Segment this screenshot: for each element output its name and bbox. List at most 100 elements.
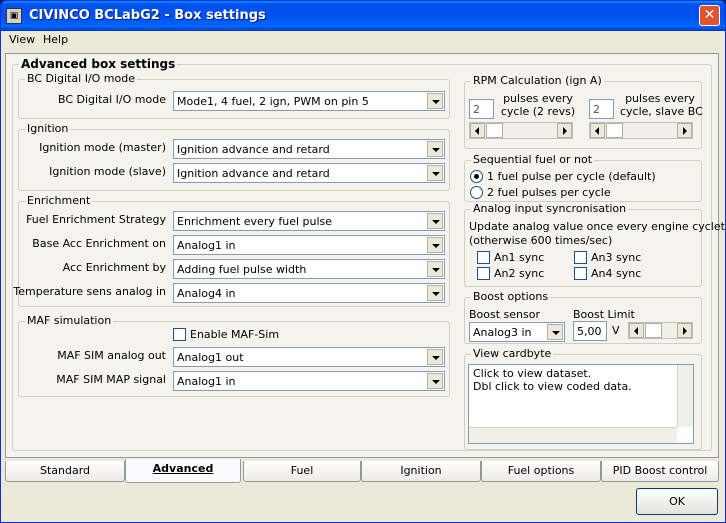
ignition-slave-select[interactable]: Ignition advance and retard [173,163,445,183]
boost-limit-label: Boost Limit [573,308,635,321]
scroll-thumb[interactable] [606,123,623,138]
menu-help[interactable]: Help [43,33,68,46]
two-pulses-radio[interactable] [470,186,483,199]
rpm-slave-text2: cycle, slave BC [620,105,703,118]
arrow-right-icon[interactable] [677,123,692,138]
ignition-master-select[interactable]: Ignition advance and retard [173,139,445,159]
acc-enrichment-by-value: Adding fuel pulse width [177,263,307,276]
enable-maf-sim-checkbox[interactable] [173,328,186,341]
menu-view[interactable]: View [9,33,35,46]
arrow-left-icon[interactable] [470,123,485,138]
rpm-master-pulses-input[interactable]: 2 [469,99,494,119]
rpm-slave-pulses-input[interactable]: 2 [589,99,614,119]
an4-sync-checkbox[interactable] [574,267,587,280]
tab-fuel-options[interactable]: Fuel options [481,461,601,482]
ignition-group-title: Ignition [25,122,71,135]
tab-standard[interactable]: Standard [5,461,125,482]
analog-sync-desc2: (otherwise 600 times/sec) [469,234,613,247]
two-pulses-label: 2 fuel pulses per cycle [487,186,611,199]
maf-sim-analog-out-value: Analog1 out [177,351,244,364]
view-cardbyte-group-title: View cardbyte [471,347,554,360]
tab-fuel[interactable]: Fuel [243,461,361,482]
chevron-down-icon[interactable] [427,261,443,277]
enable-maf-sim-label: Enable MAF-Sim [190,328,280,341]
maf-sim-analog-out-label: MAF SIM analog out [57,349,166,362]
chevron-down-icon[interactable] [427,93,443,109]
chevron-down-icon[interactable] [427,213,443,229]
arrow-left-icon[interactable] [590,123,605,138]
boost-sensor-label: Boost sensor [469,308,541,321]
ignition-slave-label: Ignition mode (slave) [49,165,166,178]
fuel-enrichment-strategy-label: Fuel Enrichment Strategy [26,213,166,226]
chevron-down-icon[interactable] [427,237,443,253]
ignition-master-value: Ignition advance and retard [177,143,330,156]
rpm-master-scrollbar[interactable] [469,122,573,139]
close-button[interactable]: ✕ [699,5,720,26]
bc-io-select-value: Mode1, 4 fuel, 2 ign, PWM on pin 5 [177,95,369,108]
title-bar[interactable]: ▣ CIVINCO BCLabG2 - Box settings ✕ [1,1,725,31]
scroll-thumb[interactable] [486,123,503,138]
one-pulse-radio[interactable] [470,170,483,183]
an2-sync-label: An2 sync [494,267,545,280]
cardbyte-vertical-scrollbar[interactable] [677,365,693,427]
acc-enrichment-by-select[interactable]: Adding fuel pulse width [173,259,445,279]
rpm-master-pulses-value: 2 [473,103,480,116]
enrichment-group-title: Enrichment [25,194,93,207]
an2-sync-checkbox[interactable] [477,267,490,280]
acc-enrichment-by-label: Acc Enrichment by [62,261,166,274]
an3-sync-checkbox[interactable] [574,251,587,264]
ignition-master-label: Ignition mode (master) [39,141,166,154]
tab-ignition[interactable]: Ignition [361,461,481,482]
chevron-down-icon[interactable] [547,324,563,340]
tab-advanced[interactable]: Advanced [125,459,241,483]
one-pulse-label: 1 fuel pulse per cycle (default) [487,170,656,183]
chevron-down-icon[interactable] [427,349,443,365]
boost-sensor-select[interactable]: Analog3 in [469,322,565,342]
tab-pid-boost-control[interactable]: PID Boost control [601,461,719,482]
bc-io-label: BC Digital I/O mode [57,93,166,106]
scroll-thumb[interactable] [645,323,662,338]
cardbyte-horizontal-scrollbar[interactable] [469,427,677,443]
arrow-right-icon[interactable] [557,123,572,138]
base-acc-enrichment-label: Base Acc Enrichment on [32,237,166,250]
rpm-slave-pulses-value: 2 [593,103,600,116]
maf-sim-map-signal-label: MAF SIM MAP signal [56,373,166,386]
ok-button[interactable]: OK [636,488,718,515]
cardbyte-textarea[interactable]: Click to view dataset. Dbl click to view… [468,364,694,444]
chevron-down-icon[interactable] [427,285,443,301]
temperature-sens-select[interactable]: Analog4 in [173,283,445,303]
maf-sim-map-signal-select[interactable]: Analog1 in [173,371,445,391]
an3-sync-label: An3 sync [591,251,642,264]
analog-sync-group-title: Analog input syncronisation [471,202,629,215]
maf-sim-analog-out-select[interactable]: Analog1 out [173,347,445,367]
panel-title: Advanced box settings [19,57,178,71]
cardbyte-line2: Dbl click to view coded data. [473,380,632,393]
rpm-slave-scrollbar[interactable] [589,122,693,139]
bc-io-select[interactable]: Mode1, 4 fuel, 2 ign, PWM on pin 5 [173,91,445,111]
cardbyte-line1: Click to view dataset. [473,367,592,380]
an1-sync-checkbox[interactable] [477,251,490,264]
tab-strip: Standard Advanced Fuel Ignition Fuel opt… [5,459,719,483]
boost-limit-scrollbar[interactable] [628,322,693,339]
chevron-down-icon[interactable] [427,141,443,157]
window-title: CIVINCO BCLabG2 - Box settings [29,8,266,23]
temperature-sens-label: Temperature sens analog in [13,285,166,298]
boost-limit-value: 5,00 [577,325,602,338]
boost-sensor-value: Analog3 in [473,326,532,339]
base-acc-enrichment-select[interactable]: Analog1 in [173,235,445,255]
rpm-master-text1: pulses every [503,92,573,105]
fuel-enrichment-strategy-value: Enrichment every fuel pulse [177,215,333,228]
maf-simulation-group-title: MAF simulation [25,314,114,327]
rpm-calculation-group-title: RPM Calculation (ign A) [471,74,604,87]
ignition-slave-value: Ignition advance and retard [177,167,330,180]
fuel-enrichment-strategy-select[interactable]: Enrichment every fuel pulse [173,211,445,231]
an4-sync-label: An4 sync [591,267,642,280]
chevron-down-icon[interactable] [427,165,443,181]
boost-limit-input[interactable]: 5,00 [573,321,607,341]
app-icon: ▣ [6,8,22,24]
arrow-left-icon[interactable] [629,323,644,338]
bc-io-group-title: BC Digital I/O mode [25,72,138,85]
arrow-right-icon[interactable] [677,323,692,338]
chevron-down-icon[interactable] [427,373,443,389]
temperature-sens-value: Analog4 in [177,287,236,300]
